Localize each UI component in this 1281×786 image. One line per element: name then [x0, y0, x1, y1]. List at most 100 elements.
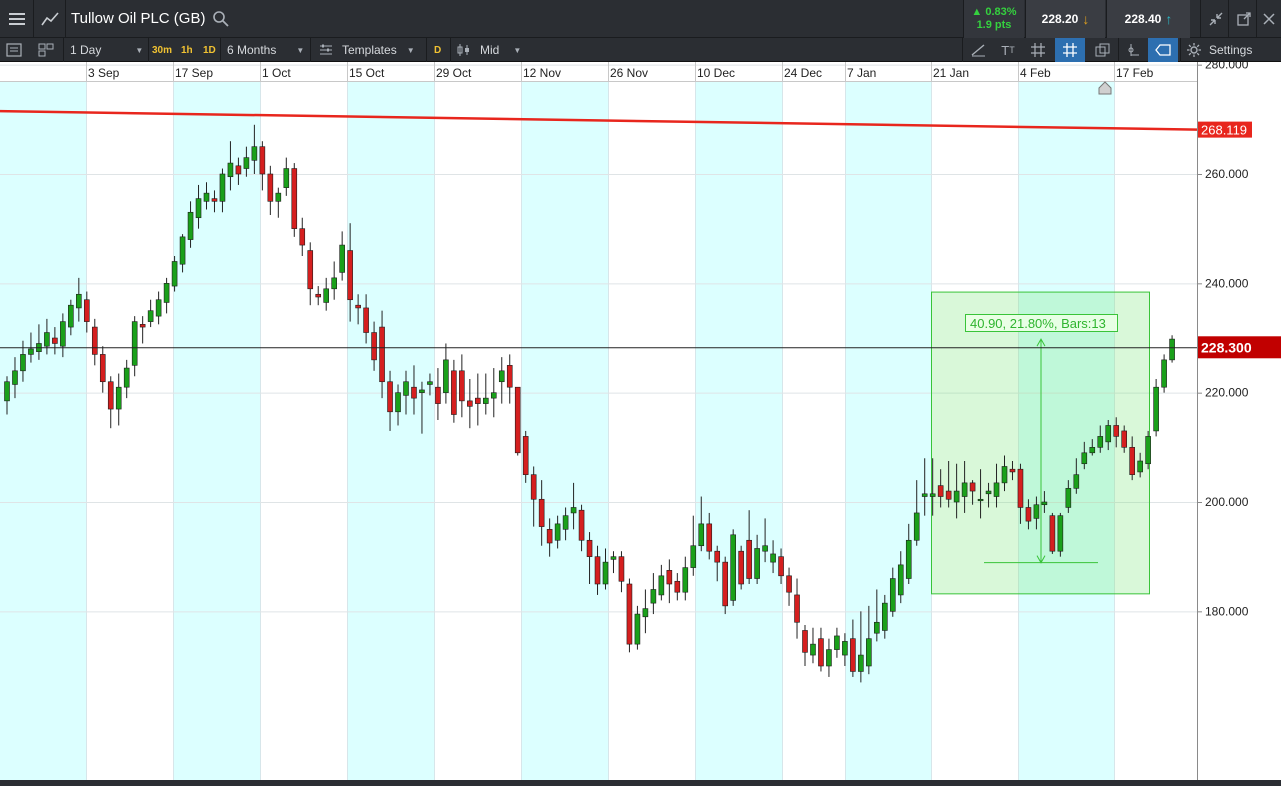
candle-body: [435, 386, 441, 404]
label-tag-icon[interactable]: [1148, 38, 1178, 62]
candle-body: [60, 321, 66, 347]
interval-select[interactable]: 1 Day ▼: [63, 38, 148, 62]
candle-body: [4, 381, 10, 402]
candle-body: [562, 515, 569, 530]
close-icon[interactable]: [1256, 0, 1281, 38]
candle-body: [179, 236, 186, 265]
date-tick-label: 7 Jan: [847, 66, 876, 80]
candle-body: [315, 293, 322, 298]
interval-label: 1 Day: [70, 43, 102, 57]
candle-body: [802, 630, 808, 653]
candle-body: [443, 359, 449, 393]
candle-body: [889, 578, 896, 612]
chevron-down-icon: ▼: [406, 45, 415, 55]
candle-body: [467, 400, 473, 407]
candle-body: [1033, 504, 1040, 519]
candlestick-icon: [457, 44, 469, 56]
quick-interval-1h[interactable]: 1h: [178, 38, 196, 62]
candle-body: [139, 324, 146, 328]
candle-body: [291, 168, 298, 229]
candle-body: [163, 283, 170, 303]
candle-body: [754, 548, 760, 579]
collapse-icon[interactable]: [1200, 0, 1230, 38]
candle-body: [44, 332, 50, 347]
menu-icon[interactable]: [0, 0, 34, 38]
date-tick-label: 26 Nov: [610, 66, 648, 80]
candle-body: [259, 146, 266, 175]
candle-body: [762, 545, 768, 552]
candle-body: [969, 482, 976, 492]
templates-icon: [320, 44, 332, 55]
candle-body: [937, 485, 944, 497]
candle-body: [905, 539, 912, 579]
candle-body: [498, 370, 505, 383]
indicator-icon[interactable]: [1118, 38, 1146, 62]
candle-body: [770, 553, 776, 563]
trendline-price-label: 268.119: [1201, 123, 1247, 138]
candle-body: [52, 337, 58, 344]
quick-30m-label: 30m: [152, 44, 173, 56]
instrument-title[interactable]: Tullow Oil PLC (GB): [71, 10, 205, 27]
candle-body: [610, 556, 617, 560]
date-tick-label: 3 Sep: [88, 66, 120, 80]
buy-price-button[interactable]: 228.40 ↑: [1106, 0, 1190, 38]
candle-body: [131, 321, 138, 366]
candle-body: [850, 638, 856, 672]
d-toggle[interactable]: D: [426, 38, 448, 62]
templates-menu[interactable]: Templates ▼: [310, 38, 425, 62]
candle-body: [794, 594, 800, 623]
price-mode-label: Mid: [480, 43, 500, 57]
candle-body: [147, 310, 154, 322]
layout-icon[interactable]: [38, 38, 54, 62]
candle-body: [586, 539, 593, 557]
settings-button[interactable]: Settings: [1180, 38, 1281, 62]
candle-body: [842, 641, 848, 656]
candle-body: [1081, 452, 1088, 465]
candle-body: [881, 602, 888, 631]
date-tick-label: 21 Jan: [933, 66, 969, 80]
candle-body: [1001, 466, 1008, 484]
week-band: [521, 81, 608, 780]
candle-body: [1129, 447, 1135, 475]
price-tick-label: 280.000: [1205, 62, 1249, 72]
week-band: [845, 81, 931, 780]
duplicate-icon[interactable]: [1088, 38, 1116, 62]
candle-body: [459, 370, 465, 402]
quick-interval-1d[interactable]: 1D: [200, 38, 219, 62]
candle-body: [267, 173, 274, 202]
period-select[interactable]: 6 Months ▼: [220, 38, 310, 62]
popout-icon[interactable]: [1228, 0, 1258, 38]
price-mode-select[interactable]: Mid ▼: [450, 38, 526, 62]
draw-line-icon[interactable]: [962, 38, 992, 62]
list-view-icon[interactable]: [6, 38, 22, 62]
candle-body: [76, 293, 82, 309]
candle-body: [12, 370, 18, 385]
candle-body: [738, 550, 744, 585]
price-tick-label: 200.000: [1205, 495, 1249, 509]
candle-body: [482, 397, 489, 404]
current-price-label: 228.300: [1201, 339, 1252, 355]
candle-body: [355, 304, 361, 309]
candle-body: [251, 146, 258, 161]
sell-price-button[interactable]: 228.20 ↓: [1025, 0, 1105, 38]
candle-body: [99, 354, 106, 383]
arrow-down-icon: ↓: [1082, 11, 1090, 27]
candle-body: [347, 250, 353, 301]
candle-body: [658, 575, 665, 596]
candle-body: [1025, 507, 1032, 522]
chart-canvas[interactable]: 3 Sep 17 Sep 1 Oct 15 Oct 29 Oct 12 Nov 26 Nov…: [0, 62, 1281, 786]
grid-icon[interactable]: [1024, 38, 1052, 62]
text-tool-icon[interactable]: TT: [994, 38, 1022, 62]
line-chart-icon[interactable]: [34, 0, 66, 38]
candle-body: [1121, 430, 1127, 448]
candle-body: [283, 168, 290, 188]
price-tick-label: 260.000: [1205, 167, 1249, 181]
candle-body: [203, 192, 210, 202]
search-icon[interactable]: [212, 10, 230, 28]
candle-body: [91, 326, 98, 355]
candle-body: [195, 198, 202, 219]
crosshair-grid-icon[interactable]: [1055, 38, 1085, 62]
candle-body: [299, 228, 306, 246]
price-chart[interactable]: 3 Sep 17 Sep 1 Oct 15 Oct 29 Oct 12 Nov 26 Nov…: [0, 62, 1281, 786]
quick-interval-30m[interactable]: 30m: [148, 38, 175, 62]
